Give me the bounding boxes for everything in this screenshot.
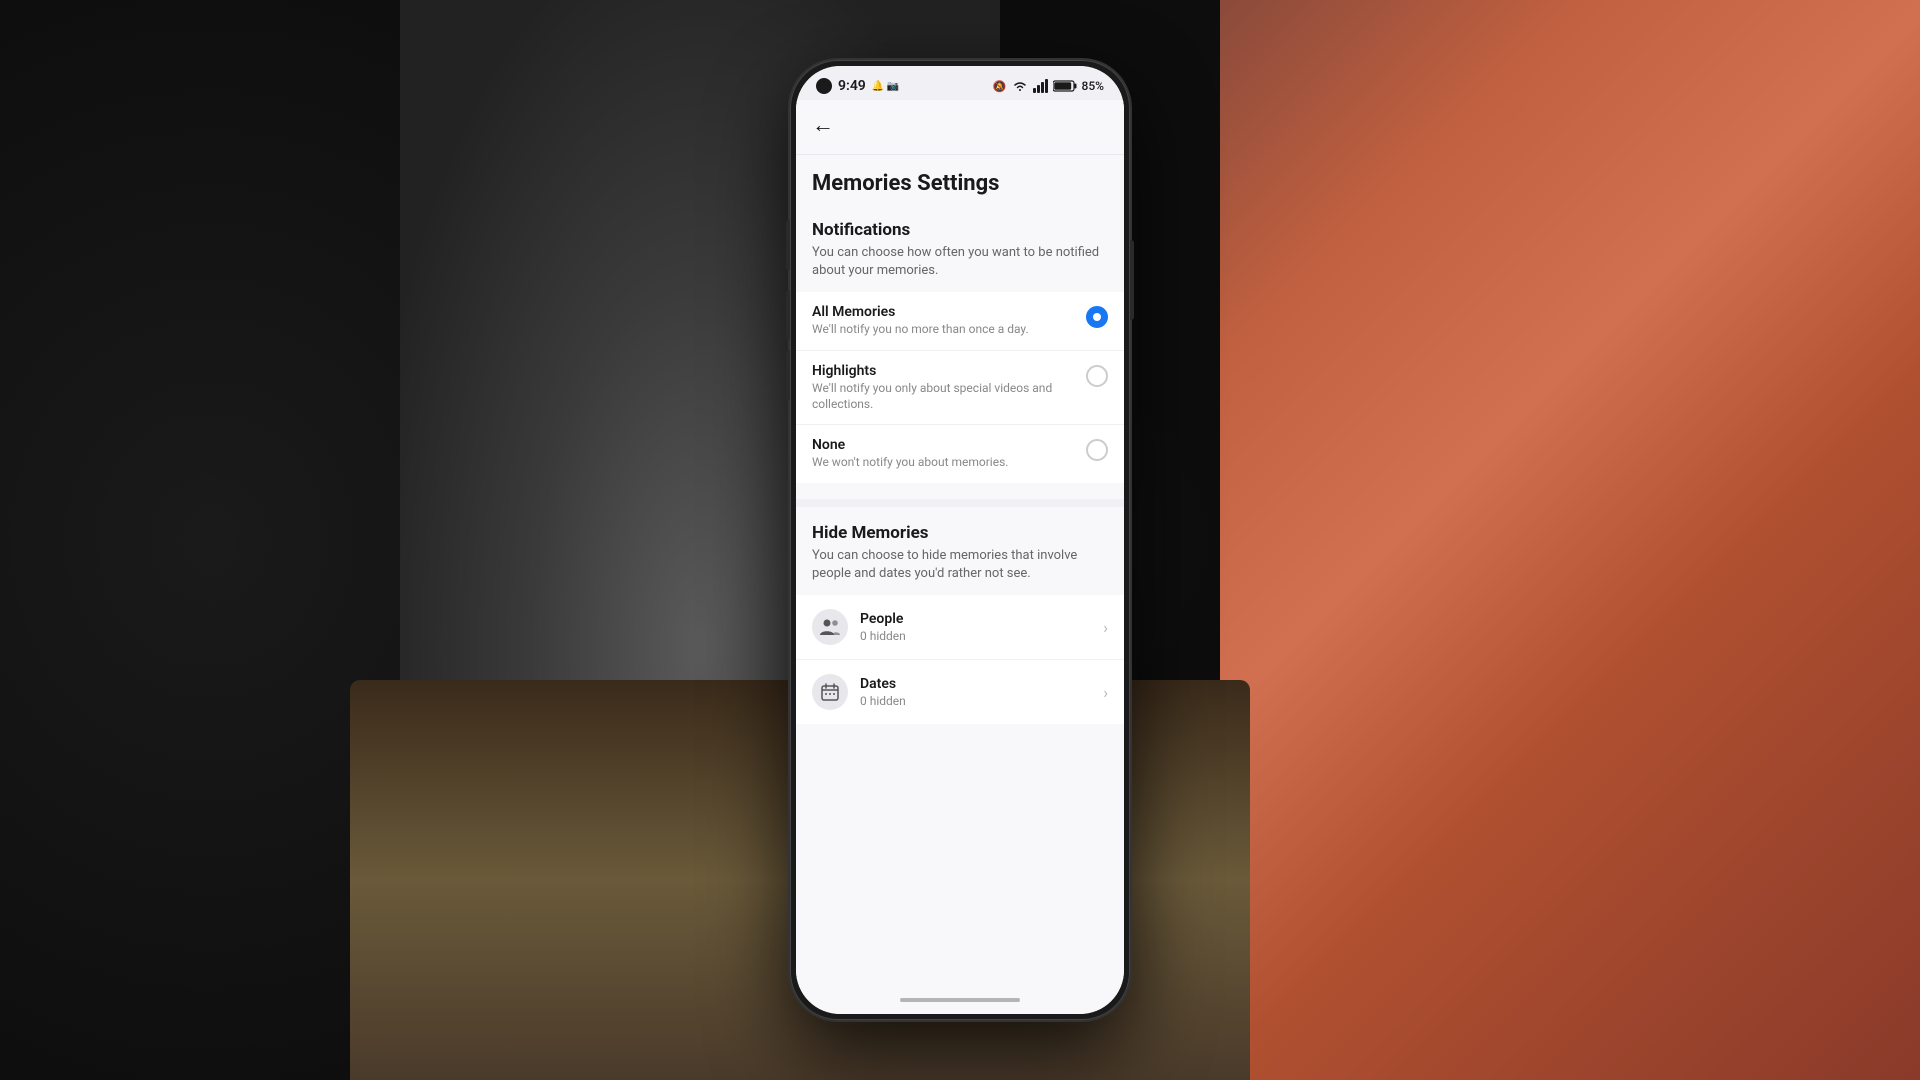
app-content[interactable]: ← Memories Settings Notifications You ca…	[796, 100, 1124, 990]
dates-chevron-icon: ›	[1103, 683, 1108, 702]
dates-icon	[812, 674, 848, 710]
list-item-dates[interactable]: Dates 0 hidden ›	[796, 660, 1124, 724]
bg-right	[1220, 0, 1920, 1080]
hide-memories-desc: You can choose to hide memories that inv…	[812, 547, 1108, 583]
status-bar: 9:49 🔔 📷 🔕	[796, 66, 1124, 100]
option-all-memories-text: All Memories We'll notify you no more th…	[812, 304, 1076, 338]
battery-icon	[1053, 80, 1077, 92]
dates-subtitle: 0 hidden	[860, 694, 1103, 708]
notifications-desc: You can choose how often you want to be …	[812, 244, 1108, 280]
phone-screen: 9:49 🔔 📷 🔕	[796, 66, 1124, 1014]
option-all-memories-title: All Memories	[812, 304, 1076, 320]
home-indicator	[796, 990, 1124, 1014]
list-item-people[interactable]: People 0 hidden ›	[796, 595, 1124, 660]
status-icons: 🔕	[993, 79, 1104, 93]
wifi-icon	[1012, 80, 1028, 92]
hide-memories-list: People 0 hidden ›	[796, 595, 1124, 724]
option-none-desc: We won't notify you about memories.	[812, 455, 1076, 471]
option-all-memories-desc: We'll notify you no more than once a day…	[812, 322, 1076, 338]
dnd-icon: 🔕	[993, 80, 1007, 93]
notification-icons: 🔔 📷	[872, 81, 899, 92]
people-title: People	[860, 611, 1103, 627]
notifications-options: All Memories We'll notify you no more th…	[796, 292, 1124, 482]
radio-none[interactable]	[1086, 439, 1108, 461]
people-chevron-icon: ›	[1103, 618, 1108, 637]
status-time: 9:49	[838, 78, 866, 94]
notifications-header: Notifications You can choose how often y…	[796, 212, 1124, 284]
radio-highlights[interactable]	[1086, 365, 1108, 387]
phone-wrapper: 9:49 🔔 📷 🔕	[790, 60, 1130, 1020]
page-title: Memories Settings	[796, 155, 1124, 204]
option-highlights-desc: We'll notify you only about special vide…	[812, 381, 1076, 412]
signal-bars	[1033, 79, 1048, 93]
hide-memories-header: Hide Memories You can choose to hide mem…	[796, 515, 1124, 587]
option-none[interactable]: None We won't notify you about memories.	[796, 425, 1124, 483]
people-subtitle: 0 hidden	[860, 629, 1103, 643]
hide-memories-section: Hide Memories You can choose to hide mem…	[796, 507, 1124, 740]
radio-all-memories[interactable]	[1086, 306, 1108, 328]
people-icon	[812, 609, 848, 645]
option-none-text: None We won't notify you about memories.	[812, 437, 1076, 471]
people-text: People 0 hidden	[860, 611, 1103, 643]
option-all-memories[interactable]: All Memories We'll notify you no more th…	[796, 292, 1124, 351]
notifications-title: Notifications	[812, 220, 1108, 240]
top-bar: ←	[796, 100, 1124, 155]
option-none-title: None	[812, 437, 1076, 453]
phone-device: 9:49 🔔 📷 🔕	[790, 60, 1130, 1020]
home-bar	[900, 998, 1020, 1002]
option-highlights-text: Highlights We'll notify you only about s…	[812, 363, 1076, 412]
option-highlights[interactable]: Highlights We'll notify you only about s…	[796, 351, 1124, 425]
dates-title: Dates	[860, 676, 1103, 692]
option-highlights-title: Highlights	[812, 363, 1076, 379]
camera-hole	[816, 78, 832, 94]
notifications-section: Notifications You can choose how often y…	[796, 204, 1124, 499]
battery-text: 85%	[1082, 79, 1104, 93]
dates-text: Dates 0 hidden	[860, 676, 1103, 708]
hide-memories-title: Hide Memories	[812, 523, 1108, 543]
section-divider	[796, 499, 1124, 507]
back-arrow-icon: ←	[812, 112, 834, 138]
status-left: 9:49 🔔 📷	[816, 78, 899, 94]
back-button[interactable]: ←	[812, 108, 1108, 142]
